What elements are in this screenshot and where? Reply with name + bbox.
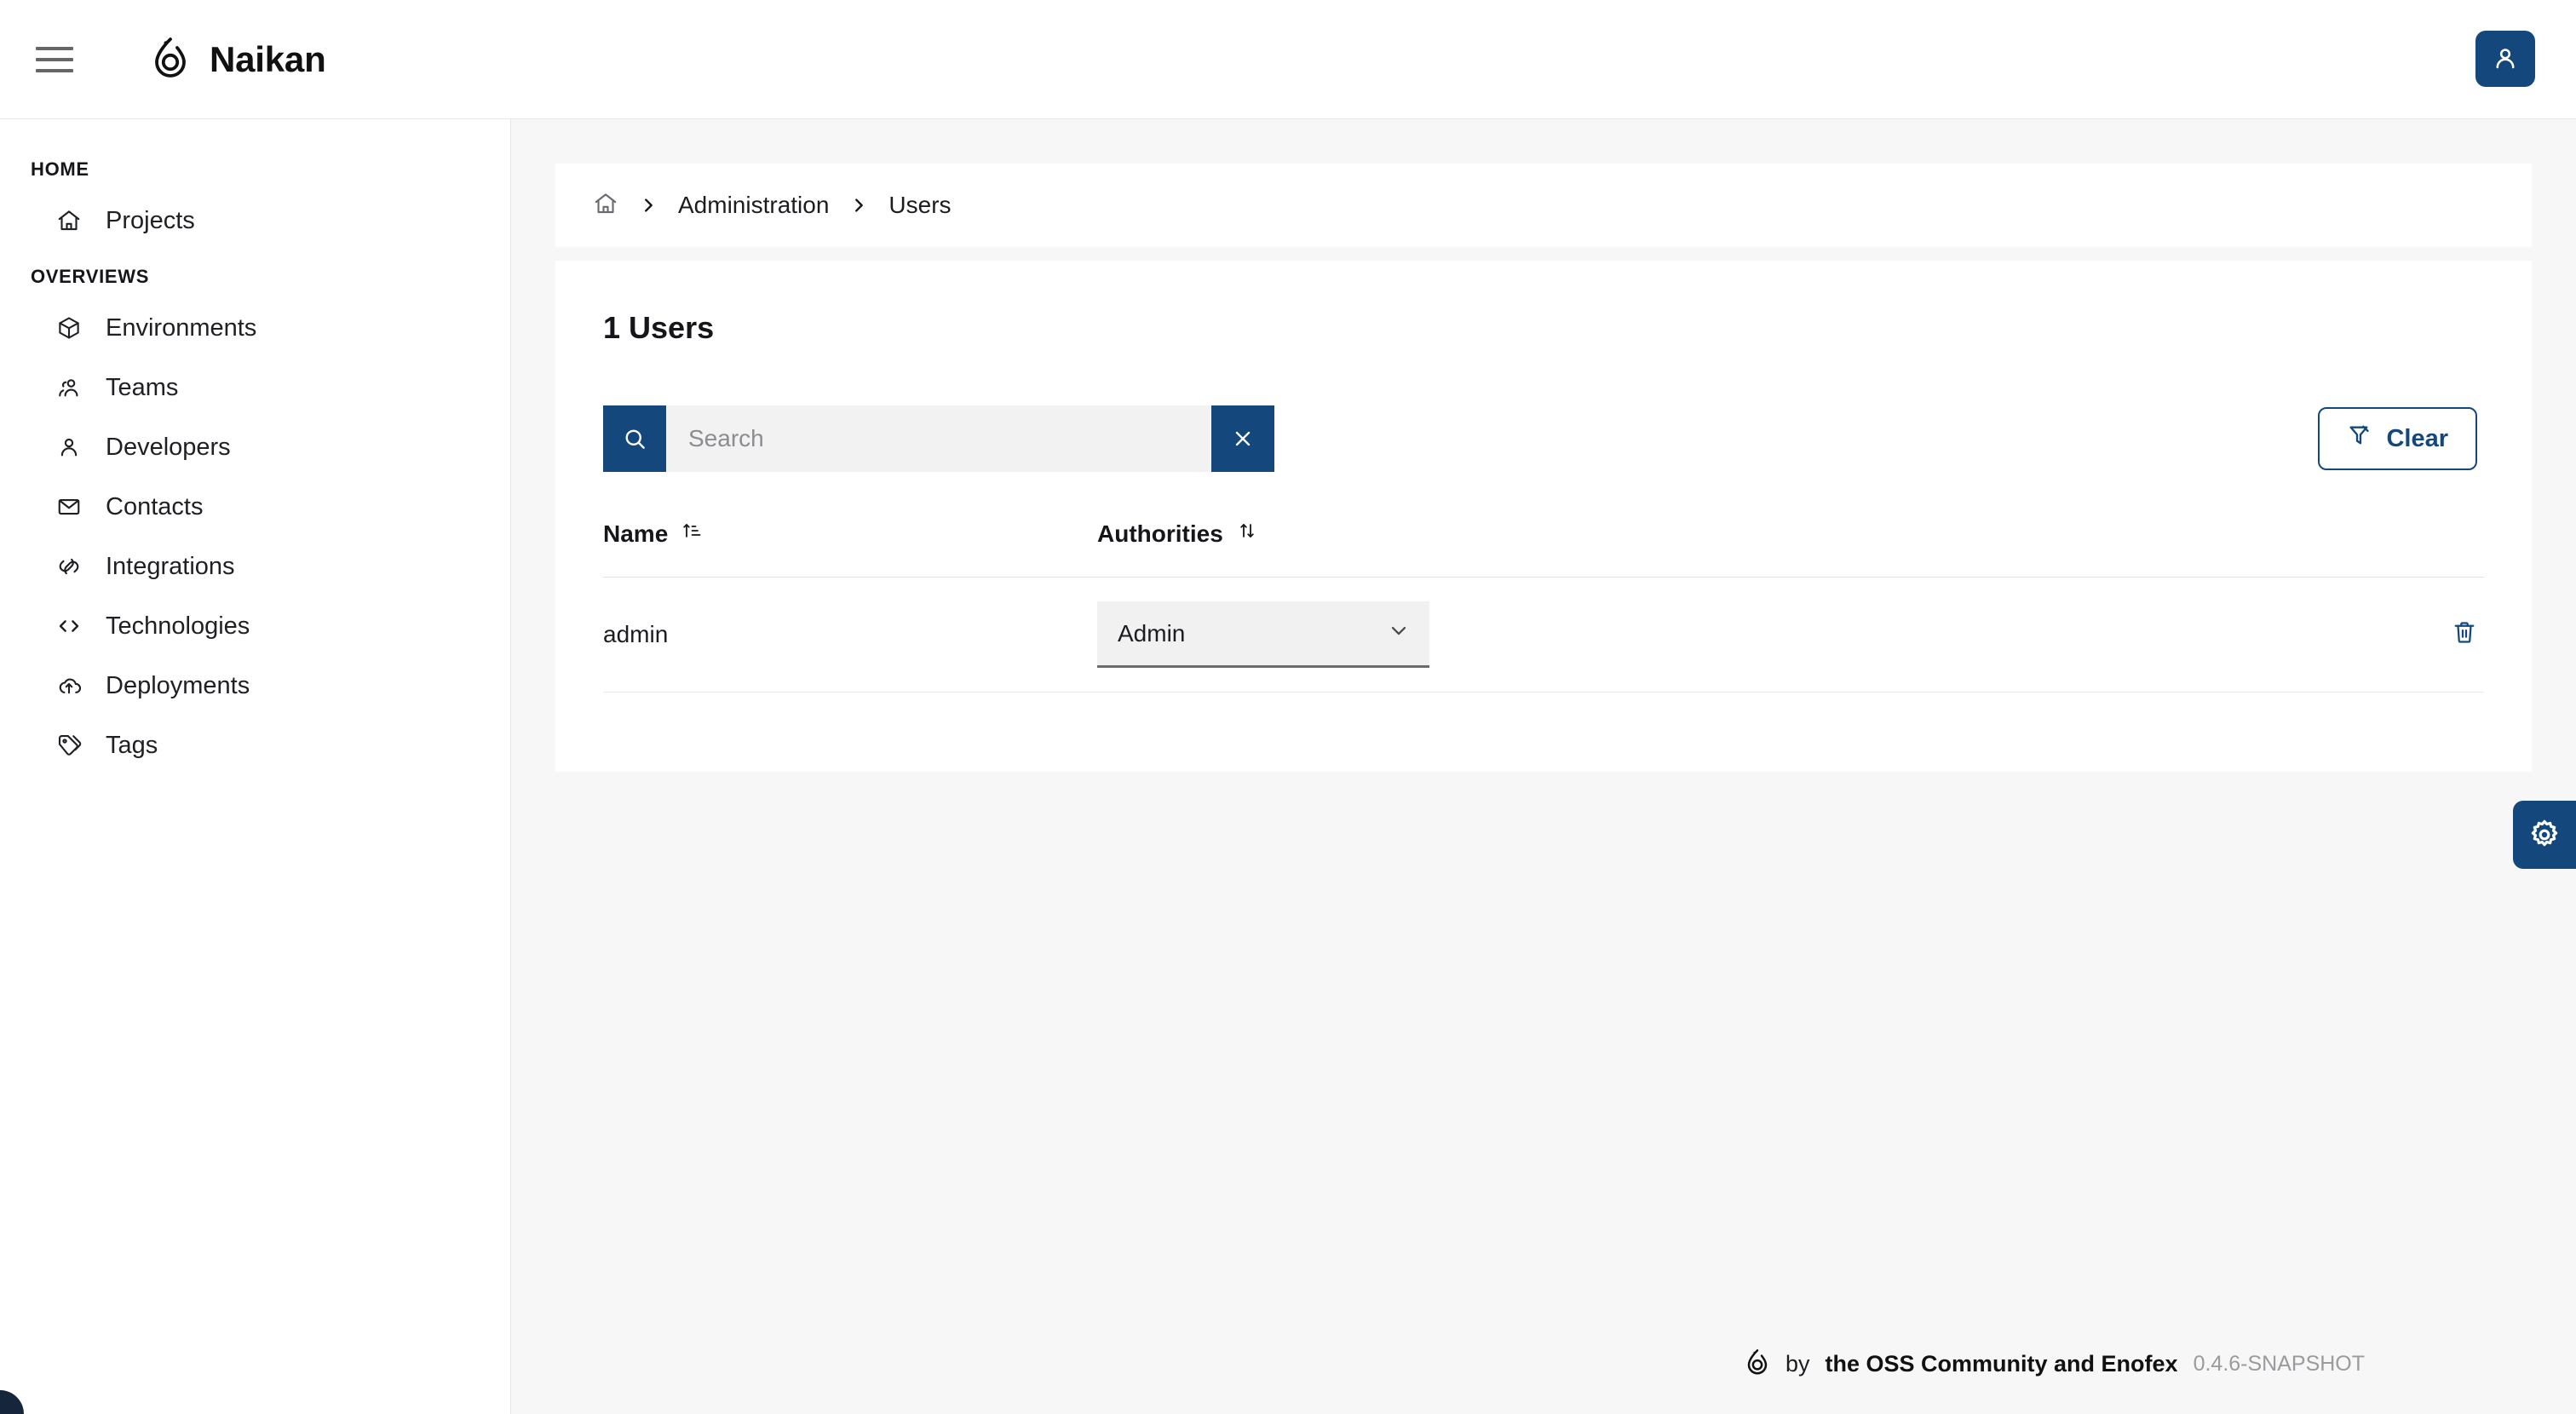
close-x-icon xyxy=(1235,431,1251,446)
main-content-area: Administration Users 1 Users Search Clea… xyxy=(511,119,2576,1414)
mail-icon xyxy=(55,492,83,521)
users-table-body: admin Admin xyxy=(603,577,2484,693)
chevron-right-icon xyxy=(849,194,868,216)
top-header-bar: Naikan xyxy=(0,0,2576,119)
sidebar-item-label: Projects xyxy=(106,206,195,234)
footer-version: 0.4.6-SNAPSHOT xyxy=(2193,1351,2366,1376)
footer-organization: the OSS Community and Enofex xyxy=(1825,1350,2178,1377)
sidebar-item-label: Contacts xyxy=(106,492,204,520)
clear-filter-label: Clear xyxy=(2386,424,2448,452)
column-header-actions xyxy=(1693,520,2484,578)
search-bar xyxy=(603,405,1274,472)
account-button[interactable] xyxy=(2475,31,2535,87)
breadcrumb: Administration Users xyxy=(555,164,2532,247)
sidebar-item-label: Tags xyxy=(106,731,158,759)
breadcrumb-item-users[interactable]: Users xyxy=(888,192,951,219)
sidebar-item-contacts[interactable]: Contacts xyxy=(0,477,510,537)
table-header-row: Name Authorities xyxy=(603,520,2484,578)
sort-ascending-icon xyxy=(681,520,702,548)
users-card: 1 Users Search Clear Name Authorities ad… xyxy=(555,261,2532,772)
footer-by-label: by xyxy=(1785,1350,1810,1377)
naikan-drop-logo xyxy=(150,35,191,83)
naikan-drop-logo xyxy=(1745,1348,1770,1380)
sidebar-navigation: HOME Projects OVERVIEWS Environments Tea… xyxy=(0,119,511,1414)
chevron-right-icon xyxy=(639,194,658,216)
chevron-down-icon xyxy=(1387,618,1411,648)
sidebar-item-projects[interactable]: Projects xyxy=(0,191,510,250)
search-icon xyxy=(625,429,645,449)
column-header-authorities[interactable]: Authorities xyxy=(1097,520,1693,578)
filter-off-icon xyxy=(2347,423,2371,454)
sidebar-item-label: Teams xyxy=(106,373,179,401)
search-clear-button[interactable] xyxy=(1211,405,1274,472)
hamburger-bar xyxy=(36,57,73,61)
clear-filter-button[interactable]: Clear xyxy=(2318,407,2477,470)
sidebar-item-developers[interactable]: Developers xyxy=(0,417,510,477)
user-icon xyxy=(55,433,83,462)
cell-authorities: Admin xyxy=(1097,577,1693,693)
sort-updown-icon xyxy=(1237,520,1257,548)
cloud-upload-icon xyxy=(55,671,83,700)
sidebar-item-label: Integrations xyxy=(106,552,235,580)
authority-select[interactable]: Admin xyxy=(1097,601,1429,668)
table-row: admin Admin xyxy=(603,577,2484,693)
sidebar-section-title-overviews: OVERVIEWS xyxy=(31,266,150,287)
search-input[interactable] xyxy=(666,405,1211,472)
code-brackets-icon xyxy=(55,612,83,641)
users-group-icon xyxy=(55,373,83,402)
cube-icon xyxy=(55,313,83,342)
trash-icon xyxy=(2454,621,2475,643)
brand-name: Naikan xyxy=(210,38,326,79)
filter-toolbar: Clear xyxy=(555,346,2532,472)
breadcrumb-item-administration[interactable]: Administration xyxy=(678,192,829,219)
sidebar-item-technologies[interactable]: Technologies xyxy=(0,596,510,656)
column-header-name-label: Name xyxy=(603,520,669,547)
hamburger-bar xyxy=(36,46,73,50)
sidebar-item-tags[interactable]: Tags xyxy=(0,716,510,775)
footer: by the OSS Community and Enofex 0.4.6-SN… xyxy=(1022,1348,2576,1380)
hamburger-bar xyxy=(36,68,73,72)
sidebar-item-integrations[interactable]: Integrations xyxy=(0,537,510,596)
user-icon xyxy=(2496,49,2515,69)
column-header-name[interactable]: Name xyxy=(603,520,1097,578)
sidebar-item-deployments[interactable]: Deployments xyxy=(0,656,510,716)
tag-icon xyxy=(55,731,83,760)
house-icon xyxy=(55,206,83,235)
brand-logo-area[interactable]: Naikan xyxy=(150,35,326,83)
link-icon xyxy=(55,552,83,581)
users-table: Name Authorities admin Admin xyxy=(603,520,2484,693)
home-icon[interactable] xyxy=(593,191,618,221)
users-table-head: Name Authorities xyxy=(603,520,2484,578)
settings-fab-button[interactable] xyxy=(2513,801,2576,869)
delete-user-button[interactable] xyxy=(2445,619,2484,647)
page-title: 1 Users xyxy=(603,310,715,345)
sidebar-item-environments[interactable]: Environments xyxy=(0,298,510,358)
sidebar-item-label: Technologies xyxy=(106,612,250,640)
sidebar-item-label: Environments xyxy=(106,313,257,342)
sidebar-item-label: Developers xyxy=(106,433,231,461)
hamburger-menu-icon[interactable] xyxy=(36,43,77,77)
authority-select-value: Admin xyxy=(1118,619,1186,647)
column-header-authorities-label: Authorities xyxy=(1097,520,1223,547)
sidebar-item-teams[interactable]: Teams xyxy=(0,358,510,417)
gear-icon xyxy=(2531,819,2558,847)
search-submit-button[interactable] xyxy=(603,405,666,472)
cell-actions xyxy=(1693,577,2484,693)
cell-user-name: admin xyxy=(603,577,1097,693)
sidebar-item-label: Deployments xyxy=(106,671,250,699)
sidebar-section-title-home: HOME xyxy=(31,158,89,180)
